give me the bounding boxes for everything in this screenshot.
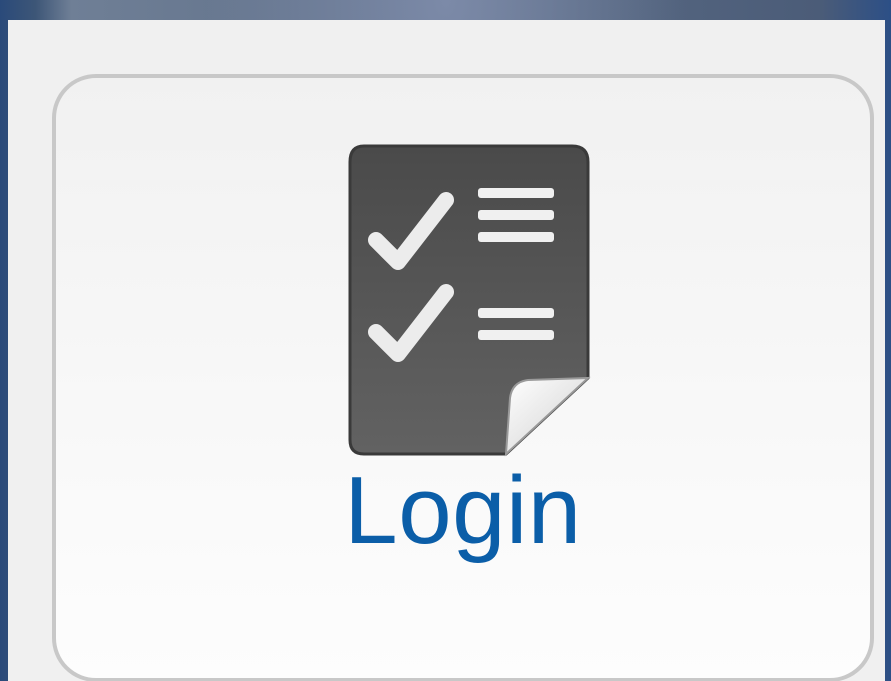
login-tile[interactable]: Login bbox=[52, 74, 874, 681]
login-label: Login bbox=[344, 457, 582, 564]
content-panel: Login bbox=[8, 20, 885, 681]
checklist-document-icon bbox=[346, 142, 592, 458]
